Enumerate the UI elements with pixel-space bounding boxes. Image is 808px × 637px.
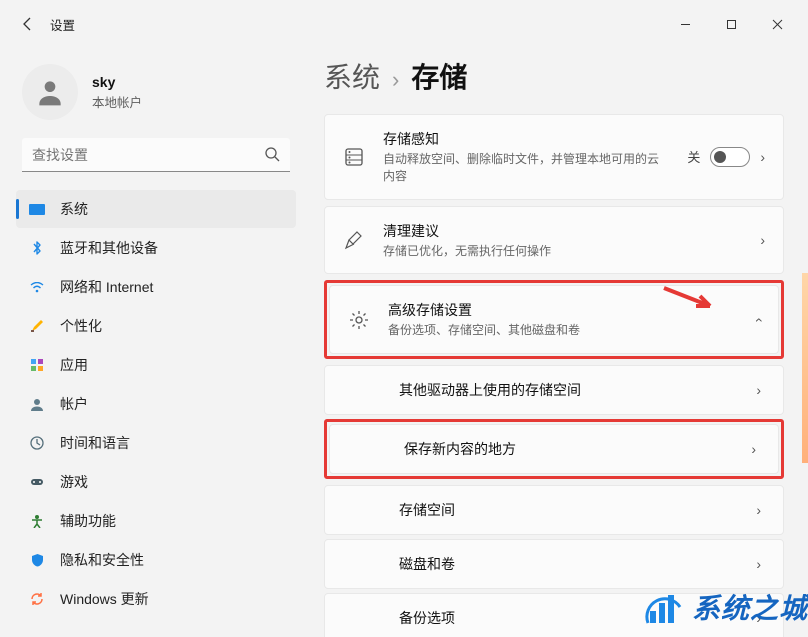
- search-icon: [264, 146, 280, 167]
- user-name: sky: [92, 74, 142, 90]
- sub-other-drives[interactable]: 其他驱动器上使用的存储空间 ›: [324, 365, 784, 415]
- account-icon: [28, 395, 46, 413]
- card-desc: 存储已优化，无需执行任何操作: [383, 243, 742, 260]
- sidebar-nav: 系统 蓝牙和其他设备 网络和 Internet 个性化 应用: [16, 190, 296, 618]
- sidebar-item-bluetooth[interactable]: 蓝牙和其他设备: [16, 229, 296, 267]
- arrow-left-icon: [20, 16, 36, 32]
- sidebar-item-gaming[interactable]: 游戏: [16, 463, 296, 501]
- user-subtitle: 本地帐户: [92, 92, 142, 111]
- sidebar-item-accounts[interactable]: 帐户: [16, 385, 296, 423]
- advanced-storage-card[interactable]: 高级存储设置 备份选项、存储空间、其他磁盘和卷 ›: [329, 285, 779, 354]
- brush-icon: [28, 317, 46, 335]
- accessibility-icon: [28, 512, 46, 530]
- chevron-up-icon: ›: [750, 317, 766, 322]
- gear-icon: [348, 309, 370, 331]
- sidebar-item-accessibility[interactable]: 辅助功能: [16, 502, 296, 540]
- avatar: [22, 64, 78, 120]
- card-title: 清理建议: [383, 221, 742, 241]
- window-title: 设置: [50, 15, 75, 34]
- sub-item-label: 存储空间: [399, 500, 455, 520]
- sidebar-item-label: 应用: [60, 355, 88, 375]
- close-icon: [772, 19, 783, 30]
- back-button[interactable]: [8, 4, 48, 44]
- sub-storage-spaces[interactable]: 存储空间 ›: [324, 485, 784, 535]
- sidebar-item-apps[interactable]: 应用: [16, 346, 296, 384]
- sidebar-item-system[interactable]: 系统: [16, 190, 296, 228]
- sub-item-label: 备份选项: [399, 608, 455, 628]
- window-controls: [662, 8, 800, 40]
- decorative-stripe: [802, 273, 808, 463]
- breadcrumb-separator: ›: [392, 67, 399, 93]
- sidebar-item-privacy[interactable]: 隐私和安全性: [16, 541, 296, 579]
- chevron-right-icon: ›: [756, 502, 761, 518]
- sidebar-item-network[interactable]: 网络和 Internet: [16, 268, 296, 306]
- card-controls: 关 ›: [687, 147, 765, 167]
- minimize-icon: [680, 19, 691, 30]
- chevron-right-icon: ›: [756, 382, 761, 398]
- sidebar-item-label: 个性化: [60, 316, 102, 336]
- main-content: 系统 › 存储 存储感知 自动释放空间、删除临时文件，并管理本地可用的云内容 关…: [300, 48, 808, 637]
- sidebar-item-label: 网络和 Internet: [60, 277, 153, 297]
- sub-disks[interactable]: 磁盘和卷 ›: [324, 539, 784, 589]
- sidebar-item-label: 系统: [60, 199, 88, 219]
- gamepad-icon: [28, 473, 46, 491]
- shield-icon: [28, 551, 46, 569]
- breadcrumb: 系统 › 存储: [324, 56, 784, 96]
- chevron-right-icon: ›: [751, 441, 756, 457]
- sidebar-item-personalize[interactable]: 个性化: [16, 307, 296, 345]
- card-desc: 备份选项、存储空间、其他磁盘和卷: [388, 322, 737, 339]
- user-text: sky 本地帐户: [92, 74, 142, 111]
- sub-backup[interactable]: 备份选项 ›: [324, 593, 784, 637]
- chevron-right-icon: ›: [760, 149, 765, 165]
- card-title: 存储感知: [383, 129, 669, 149]
- person-icon: [34, 76, 66, 108]
- sidebar-item-label: 游戏: [60, 472, 88, 492]
- maximize-icon: [726, 19, 737, 30]
- sidebar-item-label: 时间和语言: [60, 433, 130, 453]
- wifi-icon: [28, 278, 46, 296]
- sub-item-label: 保存新内容的地方: [404, 439, 516, 459]
- apps-icon: [28, 356, 46, 374]
- sidebar-item-winupdate[interactable]: Windows 更新: [16, 580, 296, 618]
- broom-icon: [343, 229, 365, 251]
- sidebar-item-label: 蓝牙和其他设备: [60, 238, 158, 258]
- user-profile[interactable]: sky 本地帐户: [16, 56, 296, 138]
- sidebar-item-label: Windows 更新: [60, 589, 149, 609]
- update-icon: [28, 590, 46, 608]
- sidebar-item-label: 隐私和安全性: [60, 550, 144, 570]
- sidebar: sky 本地帐户 系统 蓝牙和其他设备: [0, 48, 300, 637]
- search-input[interactable]: [22, 138, 290, 172]
- sidebar-item-label: 帐户: [60, 394, 88, 414]
- toggle-state-label: 关: [687, 147, 700, 166]
- card-desc: 自动释放空间、删除临时文件，并管理本地可用的云内容: [383, 151, 669, 185]
- card-title: 高级存储设置: [388, 300, 737, 320]
- breadcrumb-parent[interactable]: 系统: [324, 56, 380, 96]
- sub-item-label: 其他驱动器上使用的存储空间: [399, 380, 581, 400]
- chevron-right-icon: ›: [756, 556, 761, 572]
- storage-sense-icon: [343, 146, 365, 168]
- close-button[interactable]: [754, 8, 800, 40]
- storage-sense-card[interactable]: 存储感知 自动释放空间、删除临时文件，并管理本地可用的云内容 关 ›: [324, 114, 784, 200]
- sidebar-item-label: 辅助功能: [60, 511, 116, 531]
- highlight-box-advanced: 高级存储设置 备份选项、存储空间、其他磁盘和卷 ›: [324, 280, 784, 359]
- titlebar: 设置: [0, 0, 808, 48]
- chevron-right-icon: ›: [756, 610, 761, 626]
- settings-window: 设置 sky 本地帐户: [0, 0, 808, 637]
- breadcrumb-current: 存储: [411, 56, 467, 96]
- cleanup-recs-card[interactable]: 清理建议 存储已优化，无需执行任何操作 ›: [324, 206, 784, 275]
- maximize-button[interactable]: [708, 8, 754, 40]
- system-icon: [28, 200, 46, 218]
- bluetooth-icon: [28, 239, 46, 257]
- clock-icon: [28, 434, 46, 452]
- chevron-right-icon: ›: [760, 232, 765, 248]
- sub-save-locations[interactable]: 保存新内容的地方 ›: [329, 424, 779, 474]
- storage-sense-toggle[interactable]: [710, 147, 750, 167]
- sidebar-item-time[interactable]: 时间和语言: [16, 424, 296, 462]
- sub-item-label: 磁盘和卷: [399, 554, 455, 574]
- advanced-sublist: 其他驱动器上使用的存储空间 › 保存新内容的地方 › 存储空间 › 磁盘和卷 ›: [324, 365, 784, 637]
- minimize-button[interactable]: [662, 8, 708, 40]
- search-box: [22, 138, 290, 172]
- highlight-box-save-locations: 保存新内容的地方 ›: [324, 419, 784, 479]
